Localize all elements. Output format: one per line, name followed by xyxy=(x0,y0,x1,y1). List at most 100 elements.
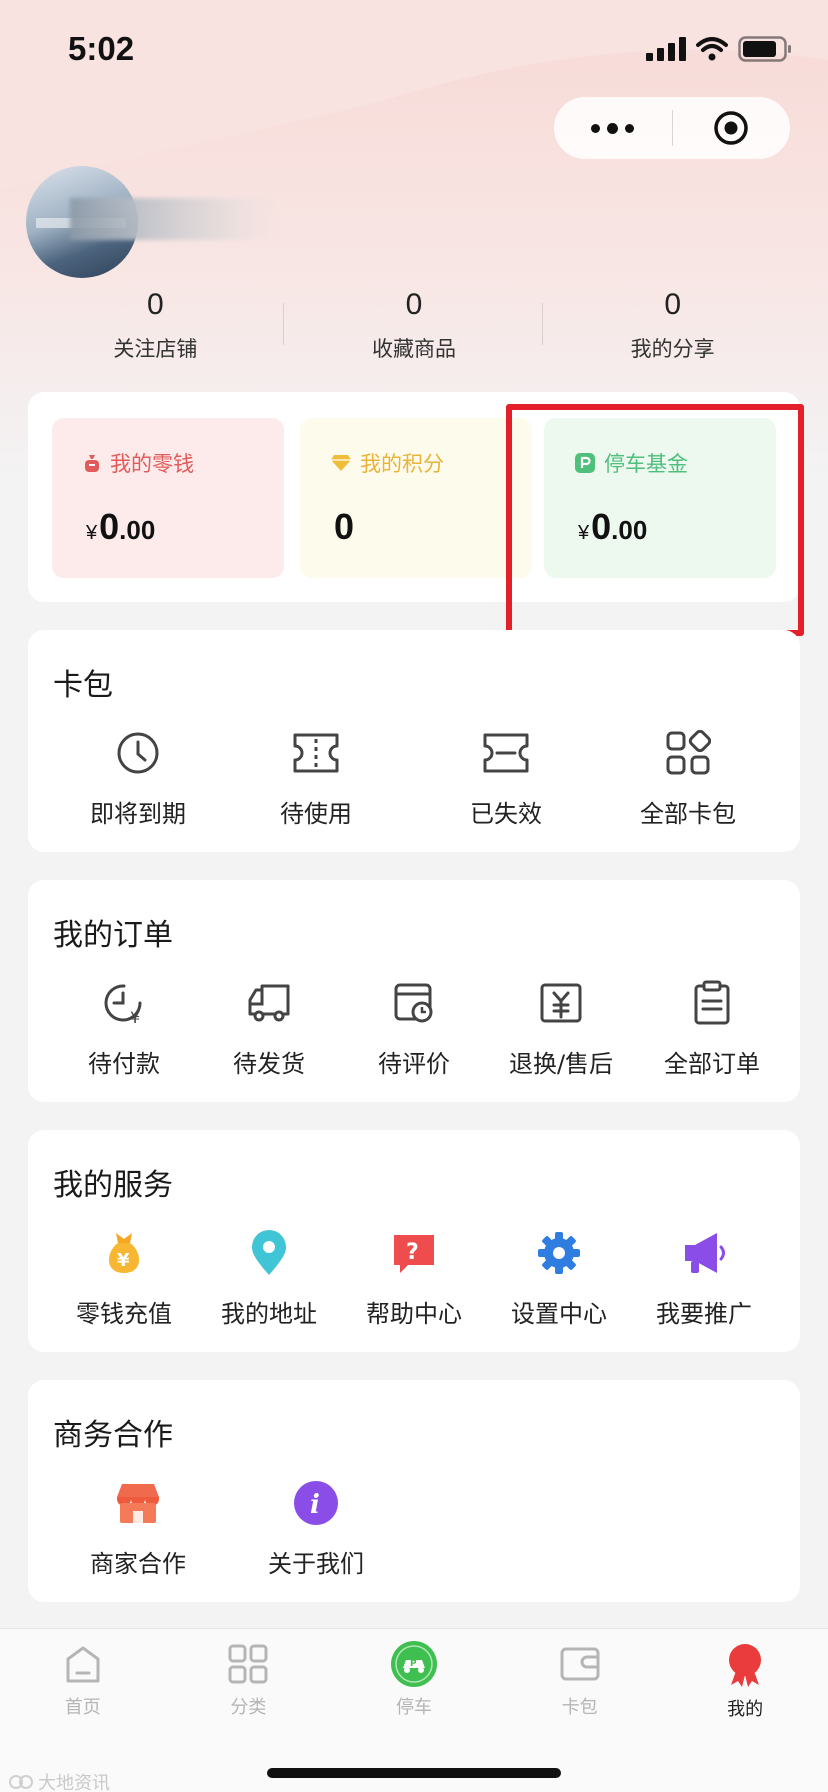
highlight-annotation-box xyxy=(506,404,804,636)
category-icon xyxy=(228,1644,268,1684)
stat-label: 我的分享 xyxy=(630,337,715,361)
order-refund-aftersales[interactable]: 退换/售后 xyxy=(496,978,626,1079)
item-label: 全部卡包 xyxy=(640,800,736,828)
my-services-section: 我的服务 ¥ 零钱充值 我的地址 ? 帮助中心 设置中心 我要推广 xyxy=(28,1130,800,1352)
amount-decimal: .00 xyxy=(119,515,156,545)
order-to-ship[interactable]: 待发货 xyxy=(217,978,321,1079)
profile-stats: 0 关注店铺 0 收藏商品 0 我的分享 xyxy=(26,285,802,365)
tab-label: 分类 xyxy=(230,1697,267,1718)
truck-icon xyxy=(248,984,290,1022)
refund-icon xyxy=(540,983,582,1023)
watermark-logo-icon xyxy=(9,1775,33,1789)
info-icon: i xyxy=(294,1481,338,1525)
item-label: 商家合作 xyxy=(90,1550,186,1578)
tab-home[interactable]: 首页 xyxy=(0,1643,166,1729)
clock-icon xyxy=(117,732,159,774)
profile-icon xyxy=(729,1644,762,1687)
service-promote[interactable]: 我要推广 xyxy=(652,1228,756,1329)
item-label: 待评价 xyxy=(378,1050,450,1078)
stat-followed-shops[interactable]: 0 关注店铺 xyxy=(26,285,285,365)
item-label: 待发货 xyxy=(233,1050,305,1078)
stat-divider xyxy=(542,303,543,345)
item-label: 关于我们 xyxy=(268,1550,364,1578)
signal-icon xyxy=(646,37,686,61)
status-time: 5:02 xyxy=(68,30,135,67)
tab-wallet[interactable]: 卡包 xyxy=(497,1643,663,1729)
svg-text:¥: ¥ xyxy=(117,1250,130,1271)
help-icon: ? xyxy=(394,1235,434,1273)
bottom-tab-bar: 首页 分类 P 停车 卡包 我的 大地资讯 xyxy=(0,1628,828,1792)
item-label: 设置中心 xyxy=(511,1300,607,1328)
card-pack-section: 卡包 即将到期 待使用 已失效 全部卡包 xyxy=(28,630,800,852)
location-pin-icon xyxy=(252,1230,286,1275)
stat-value: 0 xyxy=(146,288,164,321)
home-icon xyxy=(66,1646,100,1683)
my-change-box[interactable]: 我的零钱 ¥ 0 .00 xyxy=(52,418,284,578)
parking-icon: P xyxy=(390,1641,437,1687)
points-value: 0 xyxy=(334,506,355,547)
my-points-box[interactable]: 我的积分 0 xyxy=(300,418,532,578)
my-points-label: 我的积分 xyxy=(360,452,444,476)
money-bag-icon xyxy=(85,455,99,472)
my-points-amount: 0 xyxy=(334,506,354,548)
order-to-review[interactable]: 待评价 xyxy=(362,978,466,1079)
service-address[interactable]: 我的地址 xyxy=(217,1228,321,1329)
grid-icon xyxy=(666,730,711,775)
stat-value: 0 xyxy=(664,288,682,321)
clipboard-icon xyxy=(694,980,730,1025)
business-cooperation-section: 商务合作 商家合作 i 关于我们 xyxy=(28,1380,800,1602)
review-icon xyxy=(394,983,433,1023)
status-bar: 5:02 xyxy=(0,0,828,100)
ticket-icon xyxy=(293,733,339,773)
item-label: 我的地址 xyxy=(221,1300,317,1328)
battery-icon xyxy=(738,36,791,62)
currency-symbol: ¥ xyxy=(86,522,98,544)
card-to-use[interactable]: 待使用 xyxy=(264,728,368,829)
item-label: 即将到期 xyxy=(90,800,186,828)
business-merchant[interactable]: 商家合作 xyxy=(86,1478,190,1579)
more-options-button[interactable] xyxy=(554,97,672,159)
card-expired[interactable]: 已失效 xyxy=(454,728,558,829)
svg-text:P: P xyxy=(410,1659,417,1669)
stat-label: 关注店铺 xyxy=(113,337,198,361)
card-expiring-soon[interactable]: 即将到期 xyxy=(86,728,190,829)
my-change-label: 我的零钱 xyxy=(110,452,194,476)
tab-parking[interactable]: P 停车 xyxy=(331,1641,497,1729)
service-help-center[interactable]: ? 帮助中心 xyxy=(362,1228,466,1329)
service-recharge[interactable]: ¥ 零钱充值 xyxy=(72,1228,176,1329)
item-label: 已失效 xyxy=(470,800,542,828)
svg-text:i: i xyxy=(310,1490,320,1520)
item-label: 我要推广 xyxy=(656,1300,752,1328)
card-all[interactable]: 全部卡包 xyxy=(628,728,748,829)
pending-payment-icon: ¥ xyxy=(104,984,142,1027)
tab-profile[interactable]: 我的 xyxy=(662,1643,828,1729)
stat-divider xyxy=(283,303,284,345)
service-settings[interactable]: 设置中心 xyxy=(507,1228,611,1329)
tab-label: 我的 xyxy=(727,1699,764,1720)
wifi-icon xyxy=(696,37,728,61)
stat-favorite-products[interactable]: 0 收藏商品 xyxy=(285,285,544,365)
money-bag-icon: ¥ xyxy=(108,1233,140,1273)
store-icon xyxy=(117,1484,159,1523)
gear-icon xyxy=(538,1232,580,1274)
megaphone-icon xyxy=(685,1233,725,1273)
tab-category[interactable]: 分类 xyxy=(166,1643,332,1729)
stat-my-shares[interactable]: 0 我的分享 xyxy=(543,285,802,365)
order-pending-payment[interactable]: ¥ 待付款 xyxy=(72,978,176,1079)
wallet-icon xyxy=(560,1647,600,1681)
stat-label: 收藏商品 xyxy=(372,337,456,361)
item-label: 全部订单 xyxy=(664,1050,760,1078)
diamond-icon xyxy=(331,455,351,471)
expired-ticket-icon xyxy=(483,733,529,773)
tab-label: 卡包 xyxy=(561,1697,598,1718)
order-all[interactable]: 全部订单 xyxy=(652,978,772,1079)
home-indicator xyxy=(267,1768,561,1778)
item-label: 待付款 xyxy=(88,1050,160,1078)
section-title: 商务合作 xyxy=(53,1418,173,1453)
watermark-text: 大地资讯 xyxy=(38,1773,110,1792)
business-about-us[interactable]: i 关于我们 xyxy=(264,1478,368,1579)
item-label: 帮助中心 xyxy=(366,1300,462,1328)
section-title: 我的订单 xyxy=(53,918,173,953)
close-miniprogram-button[interactable] xyxy=(673,97,791,159)
amount-integer: 0 xyxy=(99,506,120,547)
